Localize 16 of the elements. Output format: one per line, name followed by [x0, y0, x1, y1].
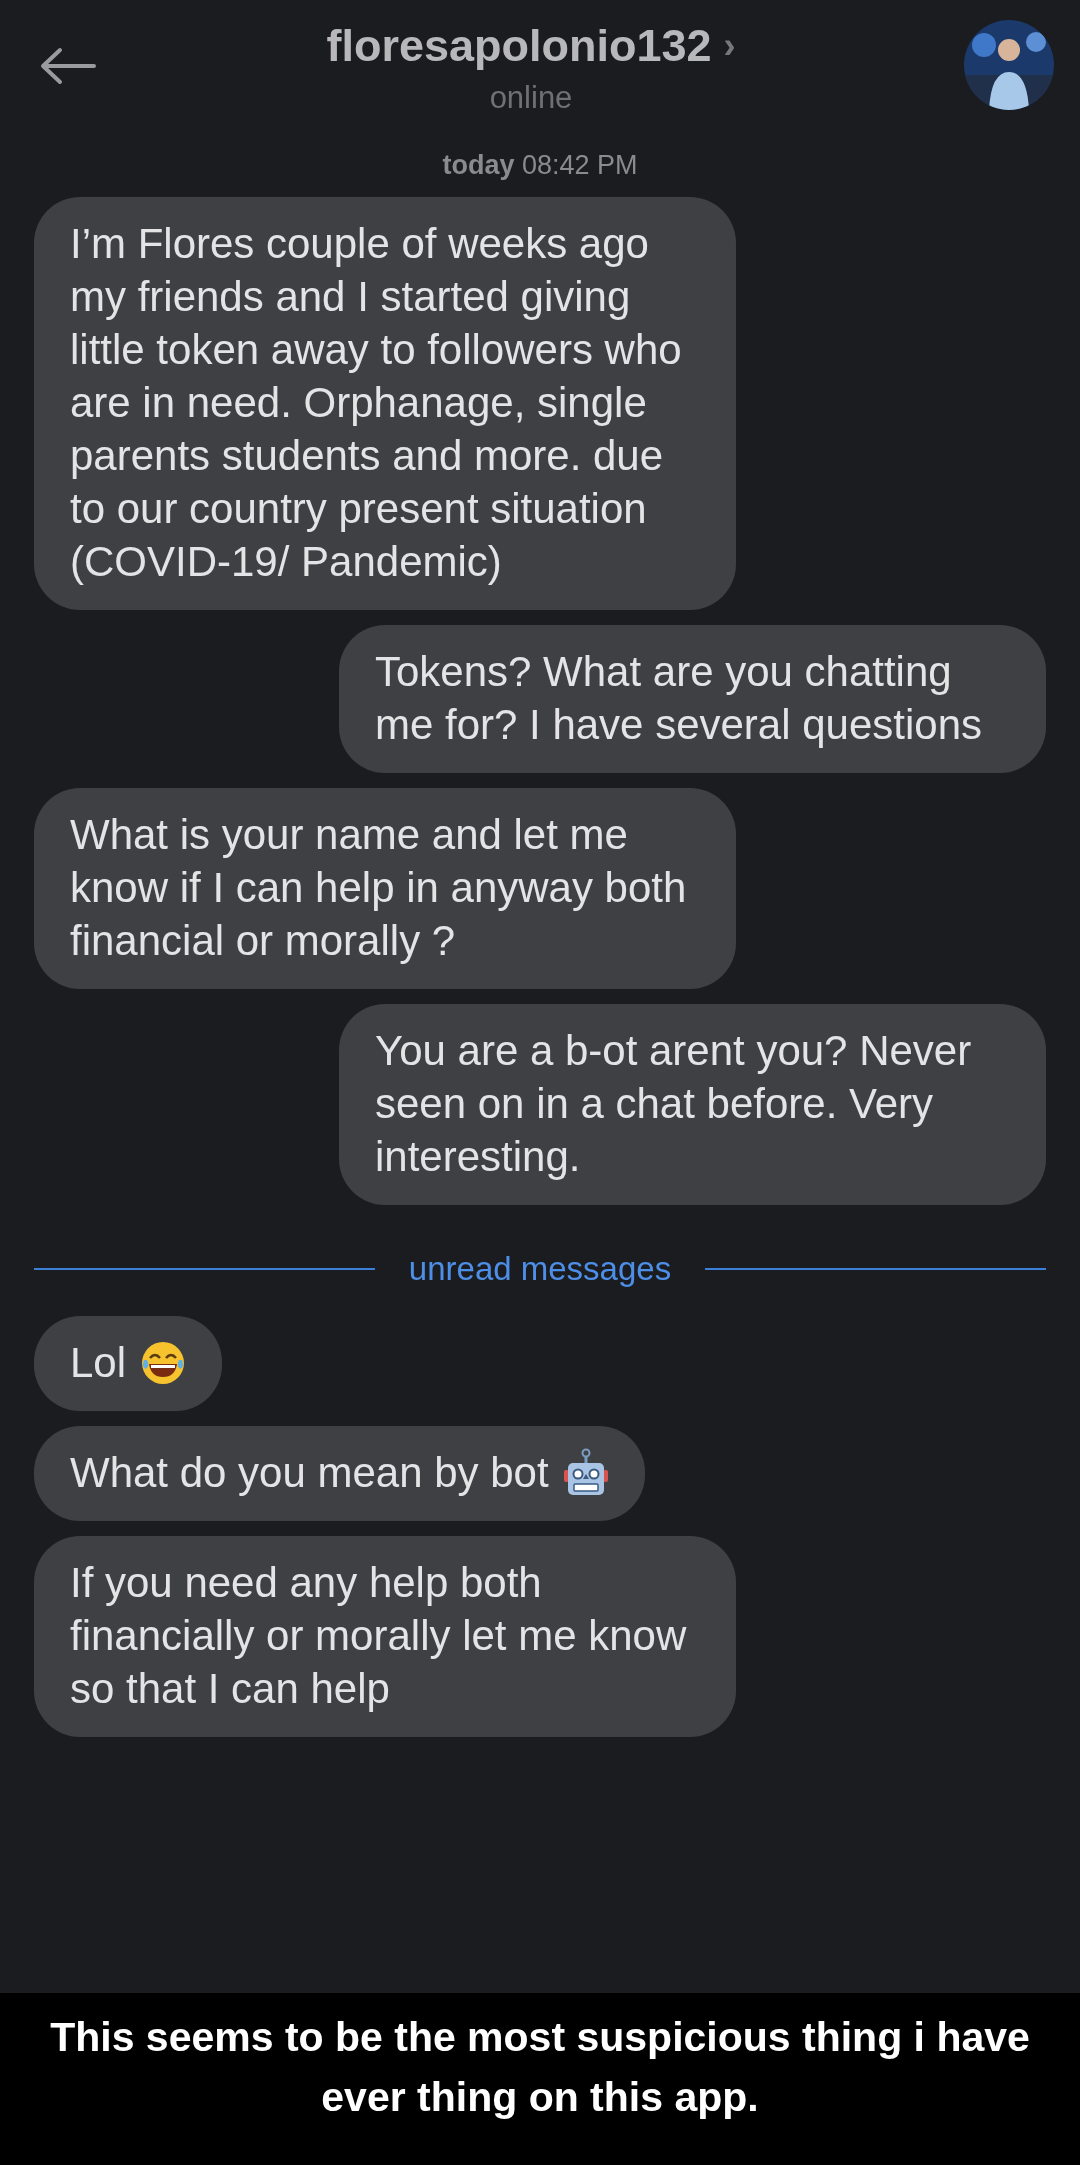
date-label: today 08:42 PM — [442, 150, 638, 181]
online-status: online — [489, 80, 573, 116]
robot-icon — [562, 1447, 609, 1498]
message-text: Lol — [70, 1338, 127, 1388]
message-text: I’m Flores couple of weeks ago my friends and I started giving little token away to followers who are in need. Orphanage, single parents students and more. due to our country present situation (COVID-19/ Pandemic) — [70, 219, 683, 587]
chevron-icon: › — [723, 25, 736, 67]
message-text: If you need any help both financially or morally let me know so that I can help — [70, 1558, 688, 1714]
caption: This seems to be the most suspicious thing i have ever thing on this app. — [0, 1993, 1080, 2165]
back-button[interactable] — [38, 46, 98, 86]
message-text: What is your name and let me know if I can help in anyway both financial or morally ? — [70, 810, 688, 966]
message-text: What do you mean by bot — [70, 1448, 549, 1498]
message-text: You are a b-ot arent you? Never seen on in a chat before. Very interesting. — [375, 1026, 973, 1182]
contact-name[interactable]: floresapolonio132 — [326, 20, 712, 72]
unread-divider-label: unread messages — [408, 1250, 672, 1288]
laughing-emoji-icon — [140, 1339, 187, 1386]
message-text: Tokens? What are you chatting me for? I have several questions — [375, 647, 983, 750]
